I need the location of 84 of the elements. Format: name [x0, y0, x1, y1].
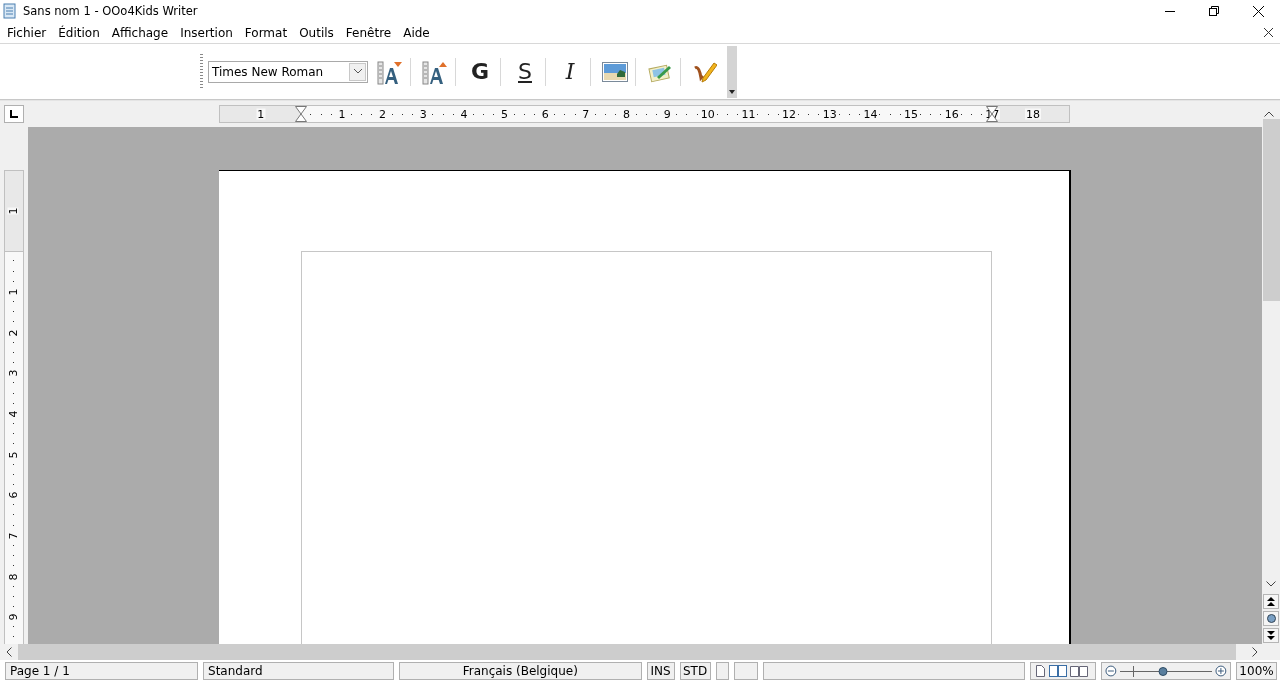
- ruler-number: 6: [540, 108, 550, 120]
- tab-type-button[interactable]: [4, 105, 24, 123]
- menu-item[interactable]: Format: [239, 25, 293, 40]
- indent-marker-icon: [295, 106, 308, 122]
- ruler-number: 9: [7, 613, 19, 621]
- zoom-percent[interactable]: 100%: [1236, 662, 1277, 680]
- close-icon: [1263, 28, 1273, 37]
- ruler-number: 12: [781, 108, 798, 120]
- two-pages-icon: [1048, 665, 1067, 677]
- grow-font-icon: [422, 58, 448, 85]
- ruler-number: 10: [699, 108, 716, 120]
- landscape-image-icon: [602, 61, 628, 82]
- ruler-number: 16: [943, 108, 960, 120]
- menu-item[interactable]: Outils: [294, 25, 339, 40]
- menu-item[interactable]: Insertion: [175, 25, 238, 40]
- zoom-out-icon: [1105, 665, 1117, 677]
- toolbar-overflow-button[interactable]: [727, 45, 737, 98]
- scrollbar-thumb[interactable]: [1262, 119, 1280, 301]
- scroll-down-icon: [1266, 581, 1276, 587]
- ruler-number: 14: [862, 108, 879, 120]
- shrink-font-icon: [377, 58, 403, 85]
- scroll-right-icon: [1252, 647, 1258, 657]
- next-page-button[interactable]: [1263, 628, 1279, 643]
- circle-icon: [1266, 614, 1276, 623]
- scroll-left-icon: [6, 647, 12, 657]
- ruler-number: 7: [581, 108, 591, 120]
- menu-item[interactable]: Affichage: [106, 25, 174, 40]
- double-up-icon: [1267, 597, 1275, 606]
- ruler-number: 7: [7, 532, 19, 540]
- menu-item[interactable]: Aide: [398, 25, 435, 40]
- ruler-number: 5: [500, 108, 510, 120]
- ruler-number: 2: [378, 108, 388, 120]
- toolbar-grip[interactable]: [200, 53, 203, 90]
- ruler-number: 11: [740, 108, 757, 120]
- ruler-number: 1: [256, 108, 266, 120]
- status-field: [715, 662, 729, 680]
- ruler-number: 4: [7, 410, 19, 418]
- insert-mode[interactable]: INS: [646, 662, 675, 680]
- zoom-in-icon: [1215, 665, 1227, 677]
- dropdown-button[interactable]: [349, 62, 366, 81]
- language[interactable]: Français (Belgique): [399, 662, 642, 680]
- scroll-up-icon: [1264, 111, 1274, 117]
- caret-icon: [729, 89, 735, 94]
- ruler-number: 5: [7, 451, 19, 459]
- double-down-icon: [1267, 631, 1275, 640]
- restore-icon: [1209, 6, 1219, 16]
- caret-icon: [353, 69, 362, 74]
- navigator-button[interactable]: [1263, 611, 1279, 626]
- previous-page-button[interactable]: [1263, 594, 1279, 609]
- menu-item[interactable]: Fichier: [2, 25, 52, 40]
- ruler-number: 8: [7, 573, 19, 580]
- selection-mode[interactable]: STD: [679, 662, 711, 680]
- ruler-number: 3: [418, 108, 428, 120]
- underline-button[interactable]: S: [507, 55, 543, 88]
- ruler-number: 18: [1025, 108, 1041, 120]
- scrollbar-thumb[interactable]: [18, 644, 1236, 660]
- ruler-number: 13: [821, 108, 838, 120]
- bold-button[interactable]: G: [462, 55, 498, 88]
- ruler-number: 6: [7, 491, 19, 499]
- ruler-number: 1: [7, 207, 19, 215]
- zoom-slider[interactable]: [1119, 665, 1213, 677]
- single-page-icon: [1034, 665, 1046, 677]
- ruler-number: 8: [622, 108, 631, 120]
- menu-item[interactable]: Édition: [53, 25, 105, 40]
- font-name-combo[interactable]: Times New Roman: [208, 60, 368, 83]
- status-field: [733, 662, 759, 680]
- ruler-number: 4: [459, 108, 469, 120]
- ruler-number: 1: [337, 108, 347, 120]
- document-icon: [3, 3, 17, 19]
- ruler-number: 1: [7, 288, 19, 296]
- window-title: Sans nom 1 - OOo4Kids Writer: [23, 4, 199, 18]
- close-icon: [1252, 5, 1264, 17]
- ruler-number: 3: [7, 369, 19, 377]
- ruler-number: 15: [903, 108, 920, 120]
- book-icon: [1069, 665, 1088, 677]
- left-tab-icon: [10, 110, 18, 118]
- vertical-ruler[interactable]: 1 1 2 3 4 5 6 7 8 9: [4, 170, 24, 644]
- ruler-number: 9: [662, 108, 672, 120]
- italic-button[interactable]: I: [552, 55, 588, 88]
- page-count: Page 1 / 1: [5, 662, 198, 680]
- menu-item[interactable]: Fenêtre: [340, 25, 397, 40]
- zoom-slider-thumb[interactable]: [1158, 666, 1168, 676]
- page-style[interactable]: Standard: [203, 662, 395, 680]
- ruler-number: 2: [7, 329, 19, 337]
